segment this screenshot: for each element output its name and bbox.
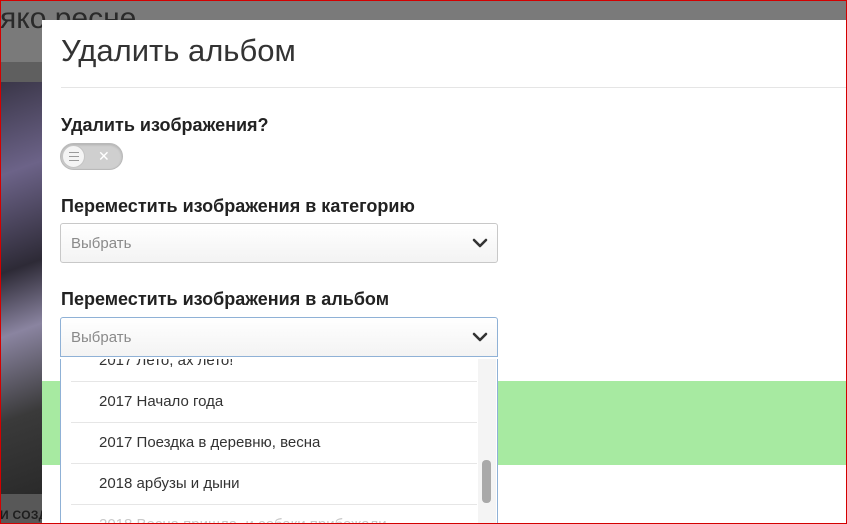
album-option[interactable]: 2018 арбузы и дыни <box>71 464 477 505</box>
background-photo <box>0 82 42 494</box>
scrollbar-thumb[interactable] <box>482 460 491 503</box>
album-dropdown[interactable]: 2017 Лето, ах лето! 2017 Начало года 201… <box>60 359 498 524</box>
album-option[interactable]: 2017 Начало года <box>71 382 477 423</box>
move-to-album-label: Переместить изображения в альбом <box>61 289 390 309</box>
delete-images-toggle[interactable]: ✕ <box>60 143 123 170</box>
album-option[interactable]: 2017 Лето, ах лето! <box>71 359 477 382</box>
delete-album-modal: Удалить альбом Удалить изображения? ✕ Пе… <box>42 20 847 524</box>
album-select[interactable]: Выбрать <box>60 317 498 357</box>
delete-images-label: Удалить изображения? <box>61 115 269 135</box>
modal-title: Удалить альбом <box>61 33 296 68</box>
album-select-placeholder: Выбрать <box>71 329 132 346</box>
modal-divider <box>61 87 847 88</box>
category-select-placeholder: Выбрать <box>71 235 132 252</box>
dropdown-scrollbar[interactable] <box>478 359 496 523</box>
menu-lines-icon <box>69 152 79 162</box>
album-option[interactable]: 2017 Поездка в деревню, весна <box>71 423 477 464</box>
album-option[interactable]: 2018 Весна пришла, и собаки прибежали <box>71 505 477 523</box>
album-options-list: 2017 Лето, ах лето! 2017 Начало года 201… <box>71 359 477 523</box>
category-select[interactable]: Выбрать <box>60 223 498 263</box>
chevron-down-icon <box>472 238 488 248</box>
close-icon: ✕ <box>98 148 110 164</box>
move-to-category-label: Переместить изображения в категорию <box>61 196 415 216</box>
chevron-down-icon <box>472 332 488 342</box>
toggle-knob[interactable] <box>62 145 85 168</box>
